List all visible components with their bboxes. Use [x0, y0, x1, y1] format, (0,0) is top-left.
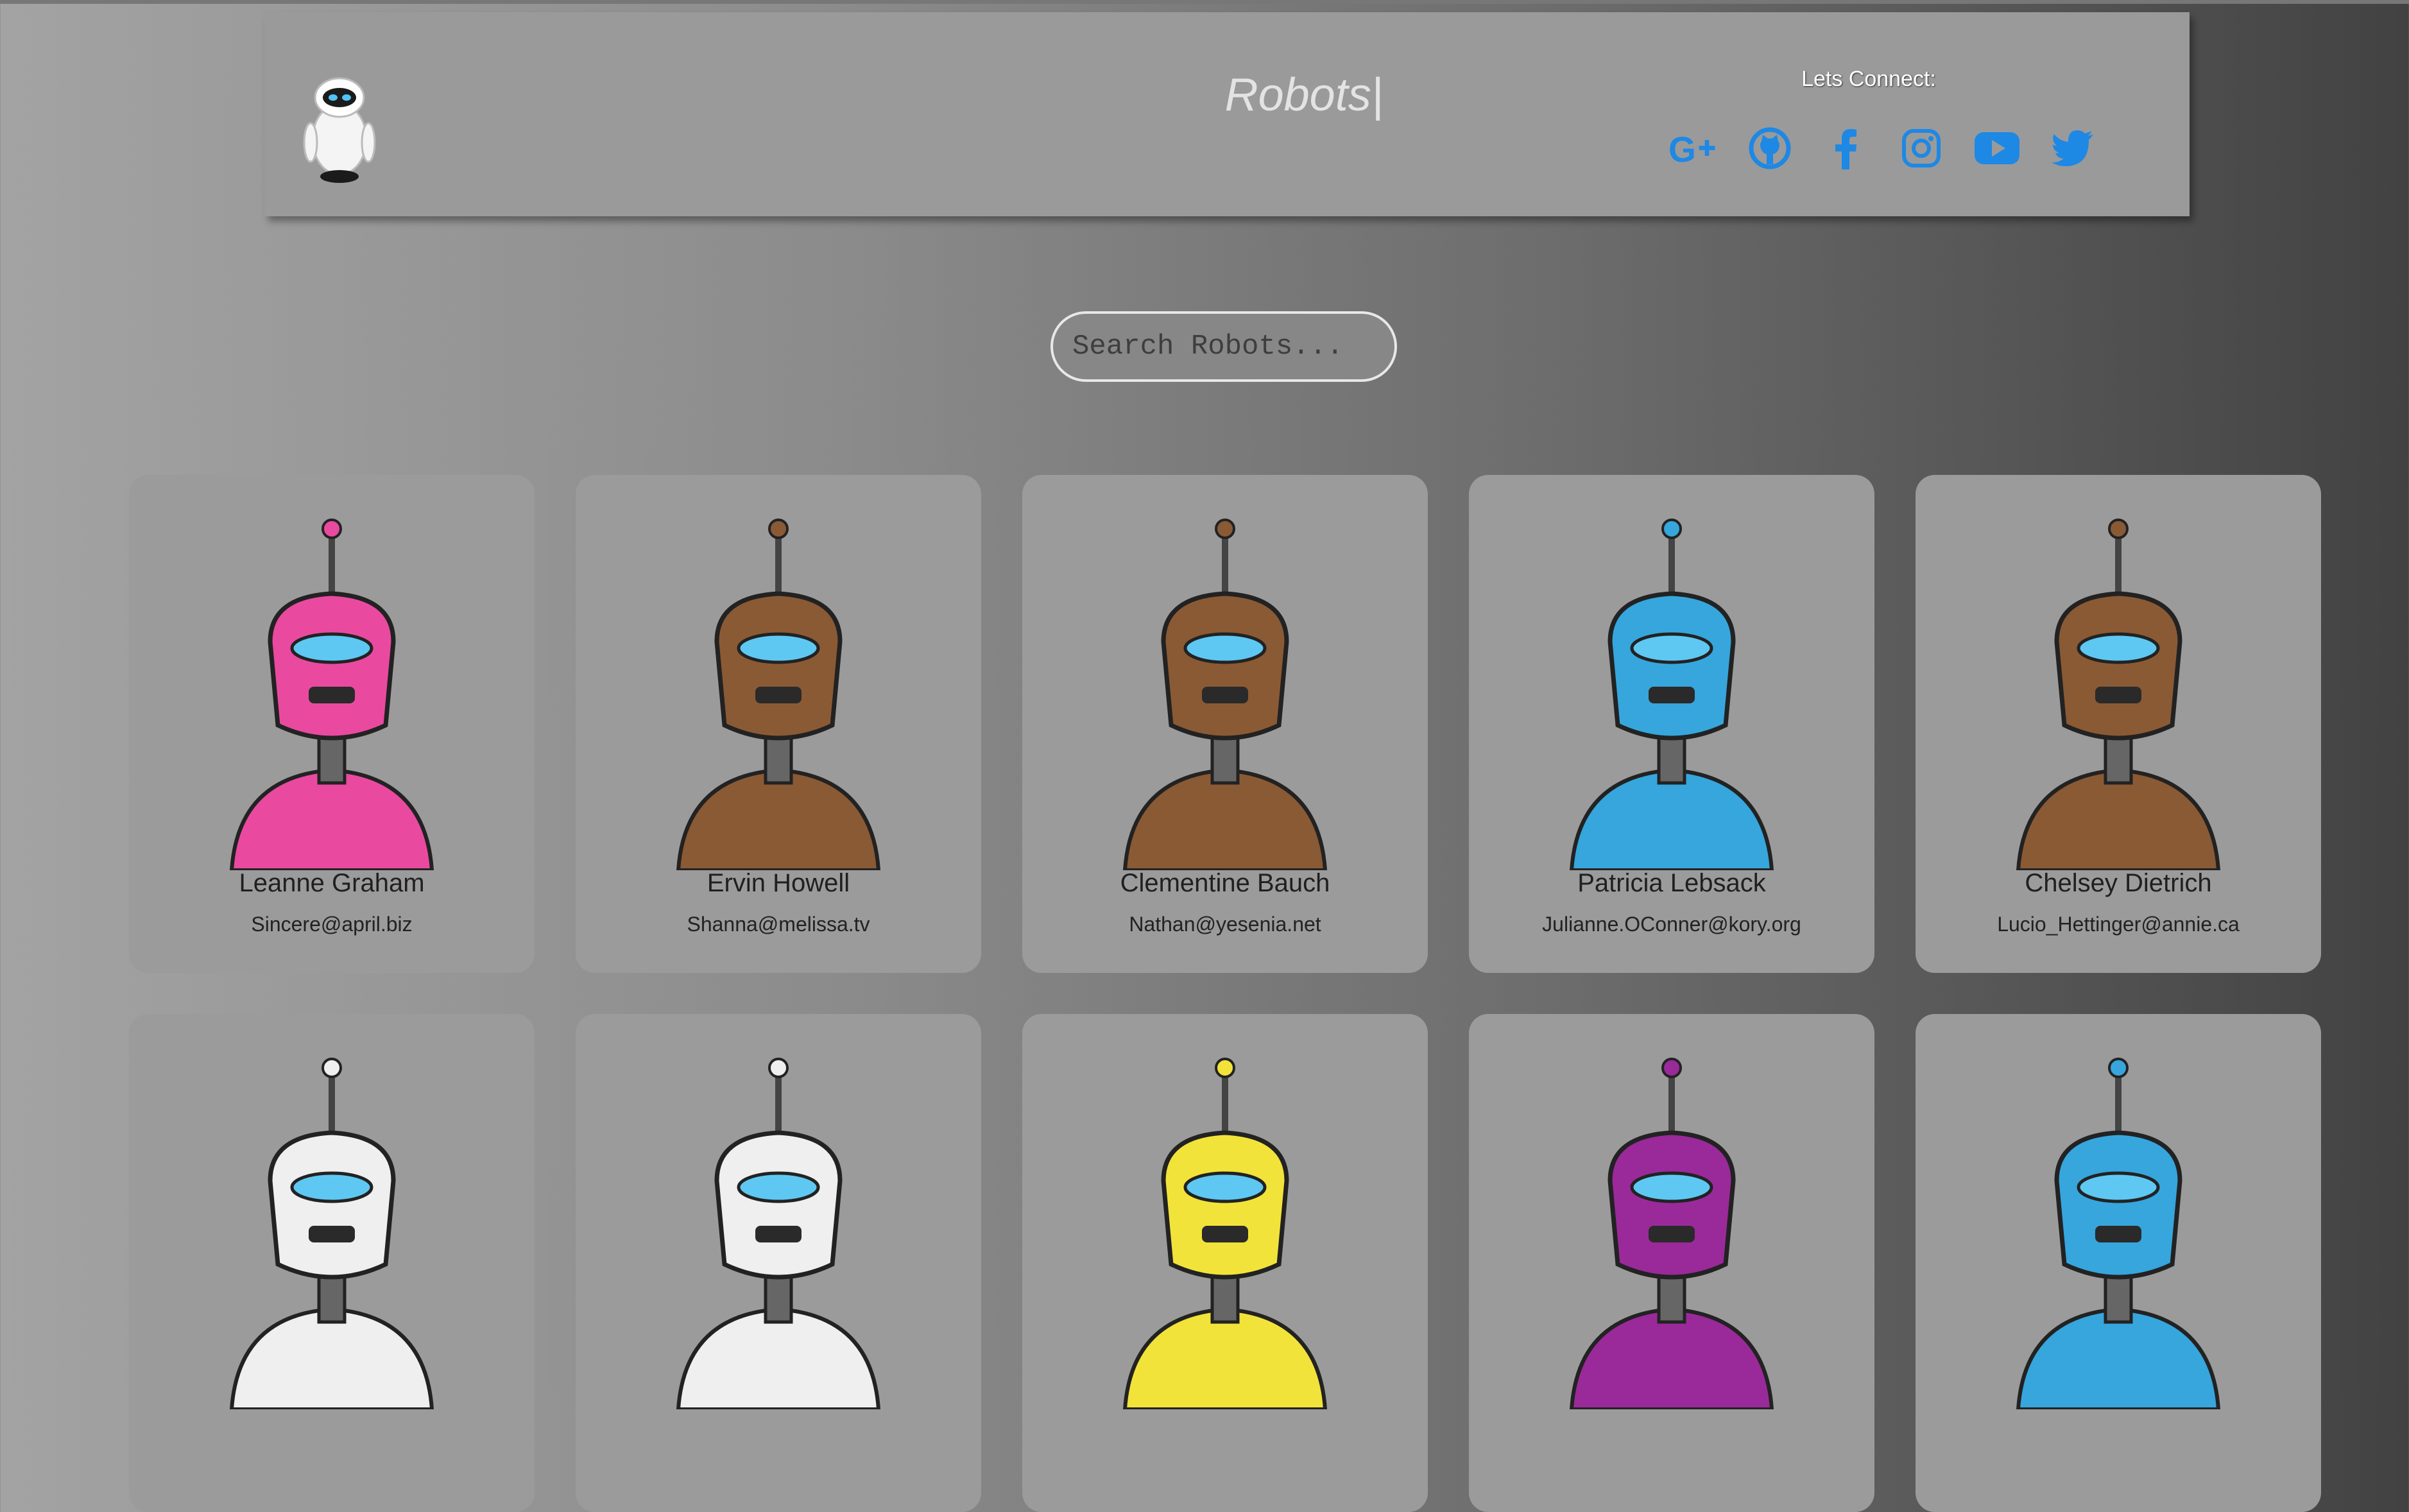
robot-card[interactable]: Ervin Howell Shanna@melissa.tv: [576, 475, 981, 973]
robot-email: Nathan@yesenia.net: [1129, 913, 1321, 936]
brand-title: Robots|: [1224, 69, 1384, 121]
github-icon[interactable]: [1744, 123, 1796, 174]
social-links: G: [1668, 123, 2098, 174]
robot-avatar: [676, 519, 881, 870]
site-header: Robots| Lets Connect: G: [264, 12, 2190, 216]
robot-avatar: [2016, 519, 2221, 870]
robot-email: Shanna@melissa.tv: [687, 913, 870, 936]
robot-card[interactable]: [1916, 1014, 2321, 1512]
robot-avatar: [229, 519, 434, 870]
svg-text:G: G: [1668, 130, 1696, 168]
google-plus-icon[interactable]: G: [1668, 123, 1720, 174]
top-strip: [0, 0, 2409, 4]
robot-avatar: [2016, 1058, 2221, 1409]
instagram-icon[interactable]: [1896, 123, 1947, 174]
robot-avatar: [1569, 1058, 1774, 1409]
youtube-icon[interactable]: [1971, 123, 2023, 174]
robot-name: Leanne Graham: [239, 869, 425, 897]
robot-email: Lucio_Hettinger@annie.ca: [1997, 913, 2240, 936]
robot-card[interactable]: [129, 1014, 535, 1512]
twitter-icon[interactable]: [2047, 123, 2098, 174]
robot-card[interactable]: [1022, 1014, 1428, 1512]
robot-card[interactable]: Chelsey Dietrich Lucio_Hettinger@annie.ca: [1916, 475, 2321, 973]
robot-card[interactable]: [1469, 1014, 1874, 1512]
robot-avatar: [1122, 519, 1328, 870]
robot-name: Ervin Howell: [707, 869, 850, 897]
robot-email: Julianne.OConner@kory.org: [1542, 913, 1801, 936]
robot-card[interactable]: [576, 1014, 981, 1512]
search-input[interactable]: [1050, 311, 1397, 382]
facebook-icon[interactable]: [1820, 123, 1871, 174]
robot-name: Clementine Bauch: [1120, 869, 1330, 897]
robot-avatar: [229, 1058, 434, 1409]
robot-logo: [303, 77, 376, 183]
robot-avatar: [676, 1058, 881, 1409]
robot-avatar: [1122, 1058, 1328, 1409]
robot-email: Sincere@april.biz: [251, 913, 413, 936]
connect-label: Lets Connect:: [1801, 67, 1936, 91]
robot-card[interactable]: Patricia Lebsack Julianne.OConner@kory.or…: [1469, 475, 1874, 973]
robot-card[interactable]: Clementine Bauch Nathan@yesenia.net: [1022, 475, 1428, 973]
robot-name: Patricia Lebsack: [1577, 869, 1766, 897]
robot-avatar: [1569, 519, 1774, 870]
robot-name: Chelsey Dietrich: [2025, 869, 2212, 897]
robot-card[interactable]: Leanne Graham Sincere@april.biz: [129, 475, 535, 973]
